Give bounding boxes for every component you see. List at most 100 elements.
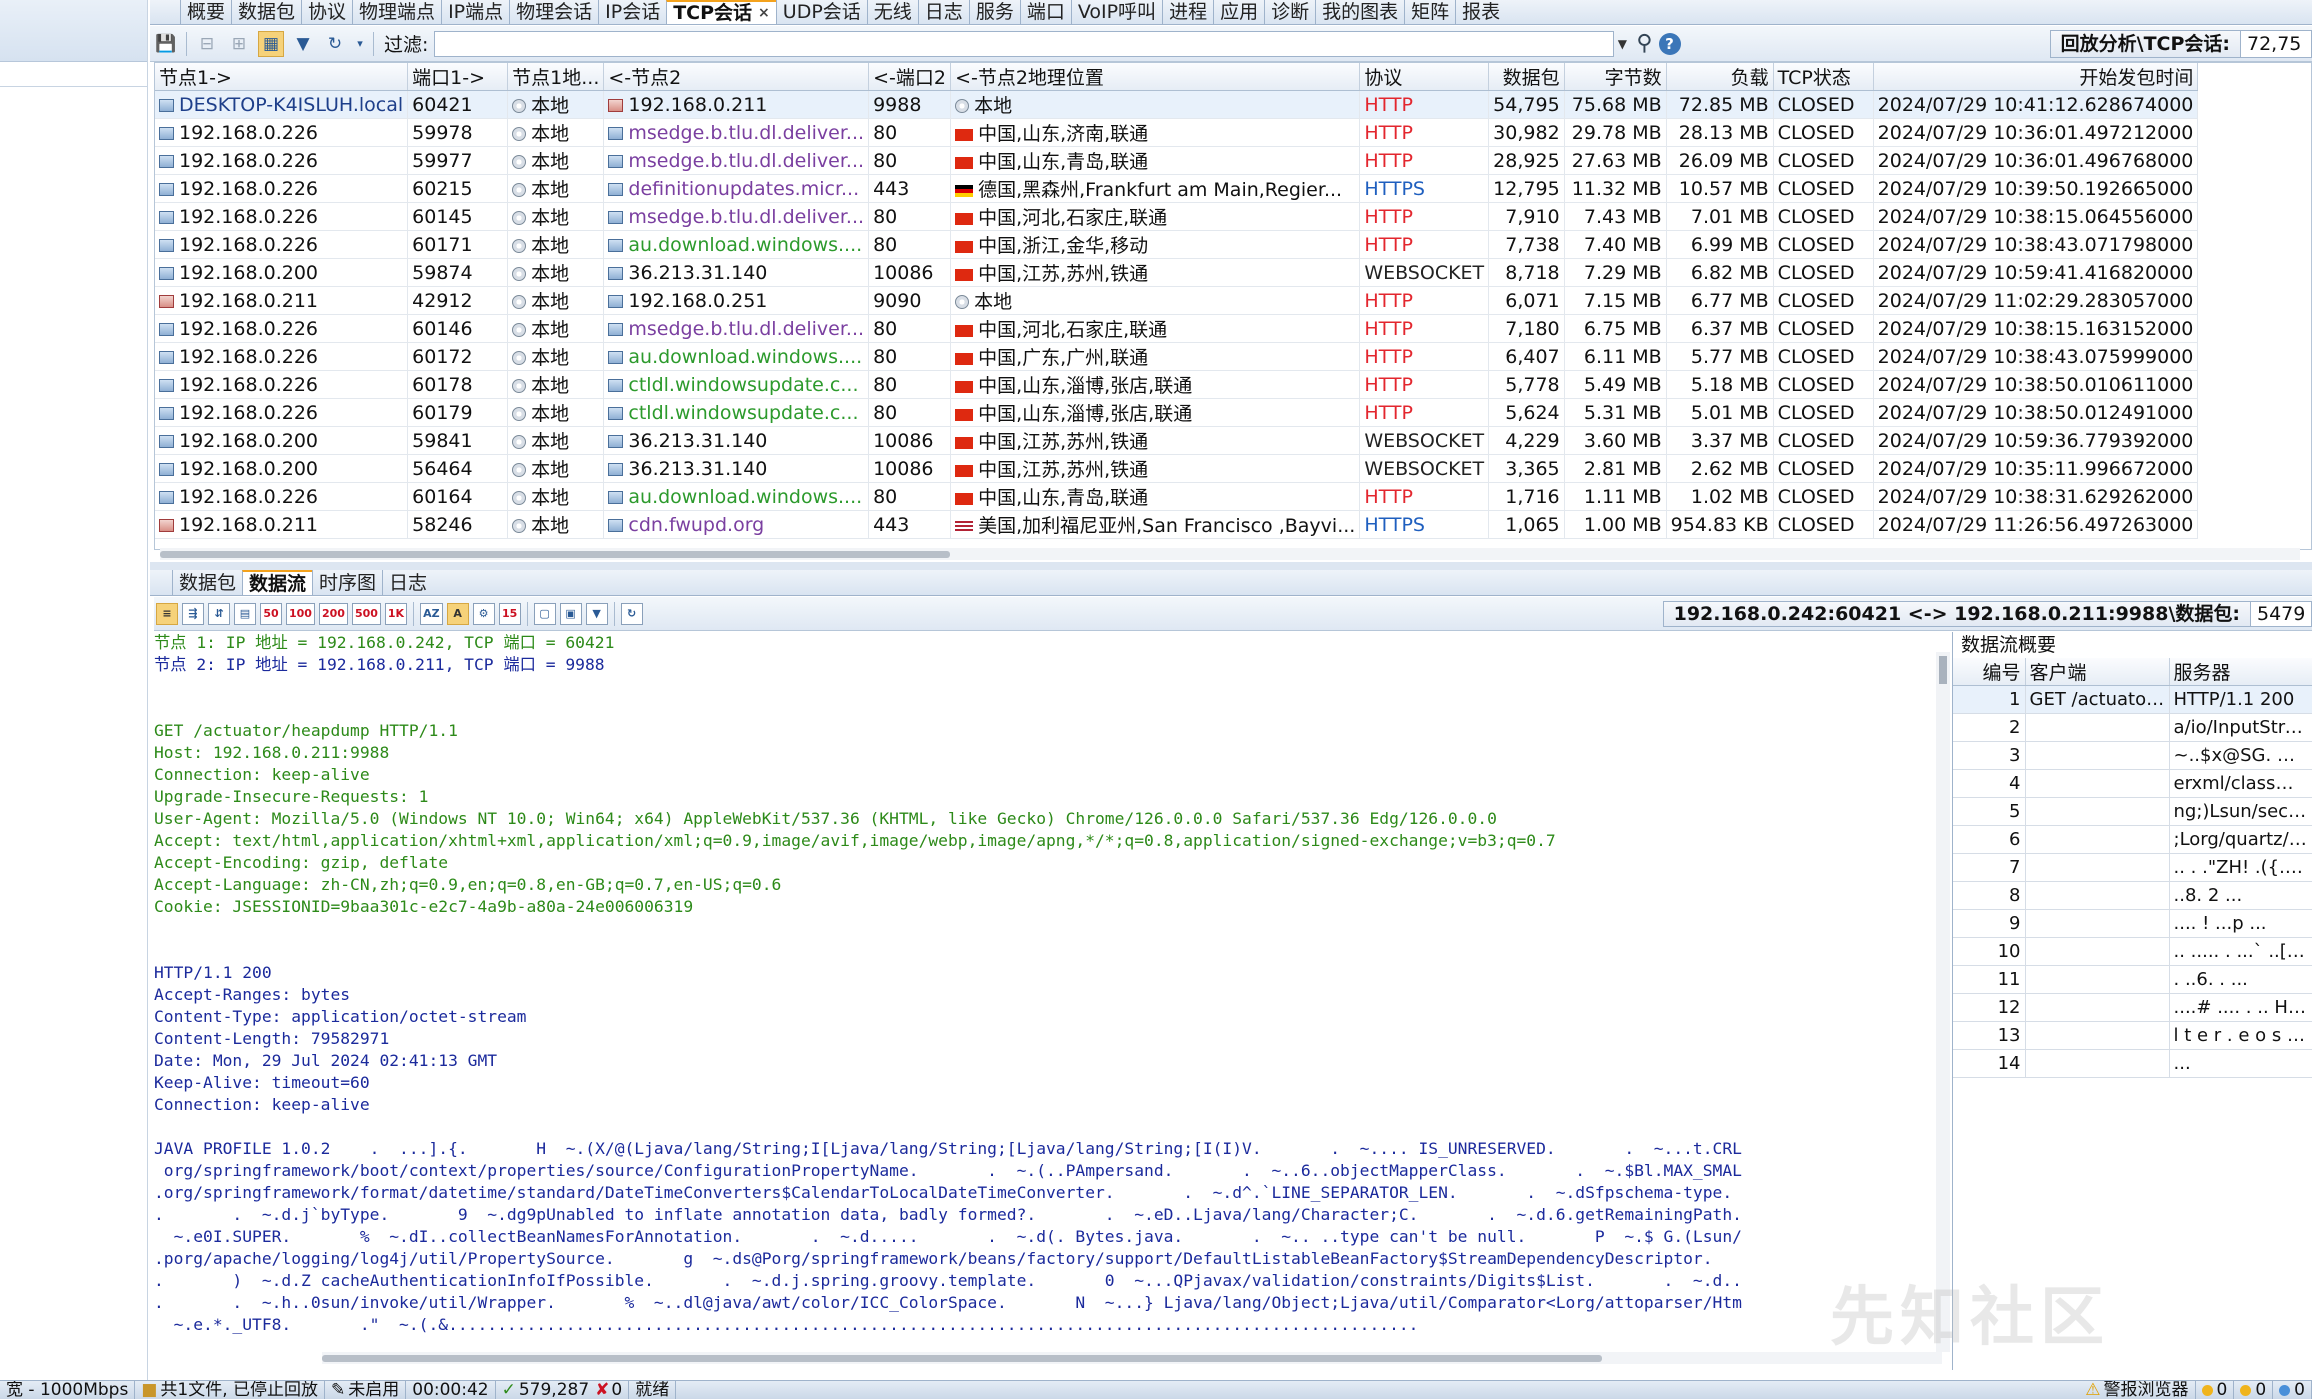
table-row[interactable]: 192.168.0.226 60146 本地 msedge.b.tlu.dl.deli…: [155, 314, 2199, 343]
node2-geo-cell[interactable]: 中国,浙江,金华,移动: [950, 230, 1361, 259]
summary-row[interactable]: 8 ..8. 2 ...: [1953, 881, 2312, 910]
table-row[interactable]: 192.168.0.226 60171 本地 au.download.windows.…: [155, 230, 2199, 259]
port1-cell[interactable]: 60171: [407, 230, 509, 259]
tab-6[interactable]: IP会话: [598, 0, 666, 24]
summary-index-cell[interactable]: 5: [1953, 797, 2026, 826]
node1-geo-cell[interactable]: 本地: [507, 258, 605, 287]
merge-view-icon[interactable]: ⇵: [208, 602, 230, 625]
summary-row[interactable]: 6 ;Lorg/quartz/spi/Ope...: [1953, 825, 2312, 854]
packets-cell[interactable]: 8,718: [1488, 258, 1565, 287]
summary-row[interactable]: 12 ....# .... . .. H T T P ...: [1953, 993, 2312, 1022]
tab-10[interactable]: 日志: [917, 0, 969, 24]
load-cell[interactable]: 2.62 MB: [1666, 454, 1774, 483]
node1-cell[interactable]: 192.168.0.211: [155, 286, 409, 315]
start-time-cell[interactable]: 2024/07/29 10:59:36.779392000: [1873, 426, 2199, 455]
packets-cell[interactable]: 1,716: [1488, 482, 1565, 511]
node1-geo-cell[interactable]: 本地: [507, 118, 605, 147]
port1-cell[interactable]: 60145: [407, 202, 509, 231]
node1-geo-cell[interactable]: 本地: [507, 146, 605, 175]
tcp-state-cell[interactable]: CLOSED: [1773, 454, 1874, 483]
load-cell[interactable]: 6.37 MB: [1666, 314, 1774, 343]
port1-cell[interactable]: 60164: [407, 482, 509, 511]
port1-cell[interactable]: 60421: [407, 90, 509, 119]
summary-row[interactable]: 5 ng;)Lsun/security/util...: [1953, 797, 2312, 826]
node1-geo-cell[interactable]: 本地: [507, 230, 605, 259]
start-time-cell[interactable]: 2024/07/29 10:38:15.064556000: [1873, 202, 2199, 231]
column-header[interactable]: 节点1->: [155, 63, 409, 91]
port1-cell[interactable]: 59977: [407, 146, 509, 175]
packets-cell[interactable]: 30,982: [1488, 118, 1565, 147]
summary-client-cell[interactable]: [2025, 769, 2170, 798]
node1-cell[interactable]: 192.168.0.226: [155, 202, 409, 231]
protocol-cell[interactable]: HTTP: [1359, 286, 1490, 315]
node1-cell[interactable]: 192.168.0.226: [155, 370, 409, 399]
node1-geo-cell[interactable]: 本地: [507, 370, 605, 399]
tcp-state-cell[interactable]: CLOSED: [1773, 342, 1874, 371]
summary-index-cell[interactable]: 11: [1953, 965, 2026, 994]
node1-geo-cell[interactable]: 本地: [507, 398, 605, 427]
node1-geo-cell[interactable]: 本地: [507, 426, 605, 455]
node2-cell[interactable]: 192.168.0.251: [603, 286, 870, 315]
subtab-3[interactable]: 日志: [382, 570, 433, 595]
tcp-state-cell[interactable]: CLOSED: [1773, 174, 1874, 203]
port2-cell[interactable]: 9988: [868, 90, 952, 119]
limit-1k-icon[interactable]: 1K: [384, 602, 408, 625]
start-time-cell[interactable]: 2024/07/29 10:59:41.416820000: [1873, 258, 2199, 287]
summary-index-cell[interactable]: 8: [1953, 881, 2026, 910]
table-row[interactable]: 192.168.0.211 42912 本地 192.168.0.251 9090 本地 H…: [155, 286, 2199, 315]
port1-cell[interactable]: 58246: [407, 510, 509, 539]
bytes-cell[interactable]: 27.63 MB: [1564, 146, 1667, 175]
table-row[interactable]: 192.168.0.226 60172 本地 au.download.windows.…: [155, 342, 2199, 371]
tcp-state-cell[interactable]: CLOSED: [1773, 510, 1874, 539]
node1-cell[interactable]: 192.168.0.200: [155, 258, 409, 287]
tab-8[interactable]: UDP会话: [775, 0, 867, 24]
port2-cell[interactable]: 443: [868, 510, 952, 539]
summary-client-cell[interactable]: [2025, 965, 2170, 994]
tab-0[interactable]: 概要: [180, 0, 231, 24]
summary-client-cell[interactable]: [2025, 1049, 2170, 1078]
table-row[interactable]: 192.168.0.226 60145 本地 msedge.b.tlu.dl.deli…: [155, 202, 2199, 231]
load-cell[interactable]: 6.77 MB: [1666, 286, 1774, 315]
summary-row[interactable]: 13 l t e r . e o s ! .... . ...: [1953, 1021, 2312, 1050]
picture-dropdown-icon[interactable]: ▼: [585, 602, 608, 625]
summary-index-cell[interactable]: 1: [1953, 685, 2026, 714]
start-time-cell[interactable]: 2024/07/29 10:38:43.075999000: [1873, 342, 2199, 371]
summary-index-cell[interactable]: 4: [1953, 769, 2026, 798]
table-horizontal-scrollbar[interactable]: [160, 548, 2300, 560]
bytes-cell[interactable]: 6.11 MB: [1564, 342, 1667, 371]
summary-server-cell[interactable]: ~..$x@SG. ~.$....: [2169, 741, 2312, 770]
column-header[interactable]: 端口1->: [407, 63, 509, 91]
table-row[interactable]: 192.168.0.226 60164 本地 au.download.windows.…: [155, 482, 2199, 511]
load-cell[interactable]: 1.02 MB: [1666, 482, 1774, 511]
node1-geo-cell[interactable]: 本地: [507, 482, 605, 511]
subtab-0[interactable]: 数据包: [172, 570, 242, 595]
tab-15[interactable]: 应用: [1213, 0, 1264, 24]
table-row[interactable]: 192.168.0.226 59977 本地 msedge.b.tlu.dl.deli…: [155, 146, 2199, 175]
summary-server-cell[interactable]: .. . ."ZH! .({. ....: [2169, 853, 2312, 882]
bytes-cell[interactable]: 2.81 MB: [1564, 454, 1667, 483]
start-time-cell[interactable]: 2024/07/29 10:36:01.497212000: [1873, 118, 2199, 147]
node2-geo-cell[interactable]: 中国,山东,青岛,联通: [950, 146, 1361, 175]
node1-cell[interactable]: DESKTOP-K4ISLUH.local: [155, 90, 409, 119]
packets-cell[interactable]: 5,624: [1488, 398, 1565, 427]
node1-geo-cell[interactable]: 本地: [507, 314, 605, 343]
scrollbar-thumb[interactable]: [322, 1355, 1602, 1362]
table-row[interactable]: 192.168.0.211 58246 本地 cdn.fwupd.org 443 美国,加…: [155, 510, 2199, 539]
packets-cell[interactable]: 12,795: [1488, 174, 1565, 203]
protocol-cell[interactable]: HTTP: [1359, 314, 1490, 343]
port2-cell[interactable]: 80: [868, 314, 952, 343]
stream-horizontal-scrollbar[interactable]: [322, 1352, 1942, 1364]
node1-cell[interactable]: 192.168.0.200: [155, 454, 409, 483]
node2-geo-cell[interactable]: 本地: [950, 90, 1361, 119]
node1-cell[interactable]: 192.168.0.226: [155, 146, 409, 175]
column-header[interactable]: <-节点2: [603, 63, 870, 91]
bytes-cell[interactable]: 5.31 MB: [1564, 398, 1667, 427]
help-icon[interactable]: ?: [1658, 32, 1681, 55]
table-row[interactable]: 192.168.0.200 59841 本地 36.213.31.140 10086 中国…: [155, 426, 2199, 455]
port2-cell[interactable]: 10086: [868, 258, 952, 287]
summary-client-cell[interactable]: [2025, 937, 2170, 966]
tcp-state-cell[interactable]: CLOSED: [1773, 146, 1874, 175]
hex-mode-icon[interactable]: 15: [498, 602, 521, 625]
node1-cell[interactable]: 192.168.0.226: [155, 174, 409, 203]
summary-server-cell[interactable]: . ..6. . ...: [2169, 965, 2312, 994]
